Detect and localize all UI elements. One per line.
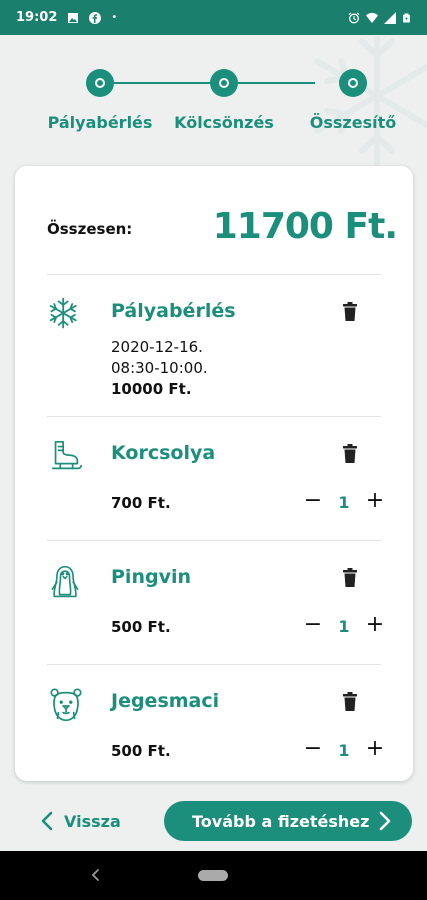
back-button-label: Vissza [64,811,121,831]
increase-button[interactable]: + [365,490,385,512]
snowflake-icon [49,297,77,329]
list-item-pingvin: Pingvin 500 Ft. − 1 + [47,560,397,670]
nav-home-pill[interactable] [198,870,228,881]
divider [47,274,381,275]
chevron-right-icon [379,811,391,831]
increase-button[interactable]: + [365,738,385,760]
divider [47,664,381,665]
divider [47,416,381,417]
divider [47,540,381,541]
status-dot: • [111,12,118,23]
item-time: 08:30-10:00. [111,359,208,377]
alarm-icon [348,12,360,23]
step-osszesito[interactable]: Összesítő [288,62,418,132]
step-label: Összesítő [309,113,397,132]
facebook-icon [89,11,102,24]
penguin-icon [51,565,79,598]
continue-to-payment-button[interactable]: Tovább a fizetéshez [164,801,412,841]
step-label: Pályabérlés [47,113,153,132]
item-title: Pályabérlés [111,300,236,322]
quantity-value: 1 [338,741,350,760]
wifi-icon [366,12,378,23]
item-price: 500 Ft. [111,618,171,636]
step-dot [86,69,114,97]
status-bar: 19:02 • [0,0,427,35]
list-item-palyaberles: Pályabérlés 2020-12-16. 08:30-10:00. 100… [47,294,397,404]
step-palyaberles[interactable]: Pályabérlés [35,62,165,132]
step-kolcsonzes[interactable]: Kölcsönzés [159,62,289,132]
quantity-value: 1 [338,617,350,636]
battery-icon [403,13,410,22]
item-price: 700 Ft. [111,494,171,512]
total-value: 11700 Ft. [212,206,398,247]
bear-icon [50,688,82,722]
quantity-value: 1 [338,493,350,512]
item-title: Pingvin [111,566,191,588]
quantity-stepper: − 1 + [303,490,385,514]
back-button[interactable]: Vissza [40,806,121,836]
step-label: Kölcsönzés [174,113,274,132]
total-label: Összesen: [47,220,133,238]
status-time: 19:02 [16,10,58,25]
nav-back-icon[interactable] [90,867,102,883]
trash-icon[interactable] [342,444,358,464]
step-dot [339,69,367,97]
trash-icon[interactable] [342,302,358,322]
signal-icon [384,11,396,24]
decrease-button[interactable]: − [303,490,323,512]
step-dot [210,69,238,97]
increase-button[interactable]: + [365,614,385,636]
system-nav-bar [0,851,427,900]
trash-icon[interactable] [342,568,358,588]
list-item-korcsolya: Korcsolya 700 Ft. − 1 + [47,436,397,546]
total-row: Összesen: 11700 Ft. [47,206,398,256]
item-price: 10000 Ft. [111,380,192,398]
item-price: 500 Ft. [111,742,171,760]
quantity-stepper: − 1 + [303,738,385,762]
item-title: Jegesmaci [111,690,220,712]
summary-card: Összesen: 11700 Ft. Pályabérlés 2020-12-… [15,166,413,781]
chevron-left-icon [41,811,53,831]
checkout-stepper: Pályabérlés Kölcsönzés Összesítő [0,62,427,142]
item-date: 2020-12-16. [111,338,203,356]
trash-icon[interactable] [342,692,358,712]
decrease-button[interactable]: − [303,738,323,760]
skate-icon [51,440,83,470]
item-title: Korcsolya [111,442,216,464]
continue-button-label: Tovább a fizetéshez [192,811,370,831]
quantity-stepper: − 1 + [303,614,385,638]
decrease-button[interactable]: − [303,614,323,636]
image-icon [68,12,79,23]
list-item-jegesmaci: Jegesmaci 500 Ft. − 1 + [47,684,397,774]
